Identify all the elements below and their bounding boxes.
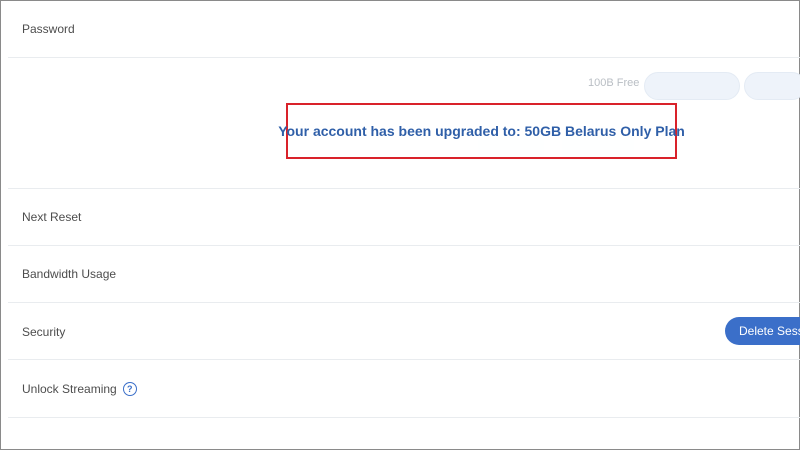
bandwidth-usage-row: Bandwidth Usage	[8, 246, 800, 303]
upgrade-notice: Your account has been upgraded to: 50GB …	[278, 103, 685, 159]
upgrade-button-faded	[644, 72, 740, 100]
password-label: Password	[22, 22, 75, 36]
password-row: Password	[8, 0, 800, 58]
security-row: Security Delete Sessio	[8, 303, 800, 360]
next-reset-row: Next Reset	[8, 189, 800, 246]
next-reset-label: Next Reset	[22, 210, 82, 224]
free-data-text-faded: 100B Free	[588, 77, 640, 89]
unlock-streaming-label-group: Unlock Streaming ?	[22, 382, 137, 396]
help-icon[interactable]: ?	[122, 382, 137, 396]
unlock-streaming-label: Unlock Streaming	[22, 382, 117, 396]
bandwidth-usage-label: Bandwidth Usage	[22, 267, 117, 281]
cancel-button-faded	[744, 72, 800, 100]
security-label: Security	[22, 325, 66, 339]
unlock-streaming-row: Unlock Streaming ?	[8, 360, 800, 418]
delete-sessions-button[interactable]: Delete Sessio	[725, 317, 800, 345]
upgrade-notice-text: Your account has been upgraded to: 50GB …	[278, 123, 685, 139]
